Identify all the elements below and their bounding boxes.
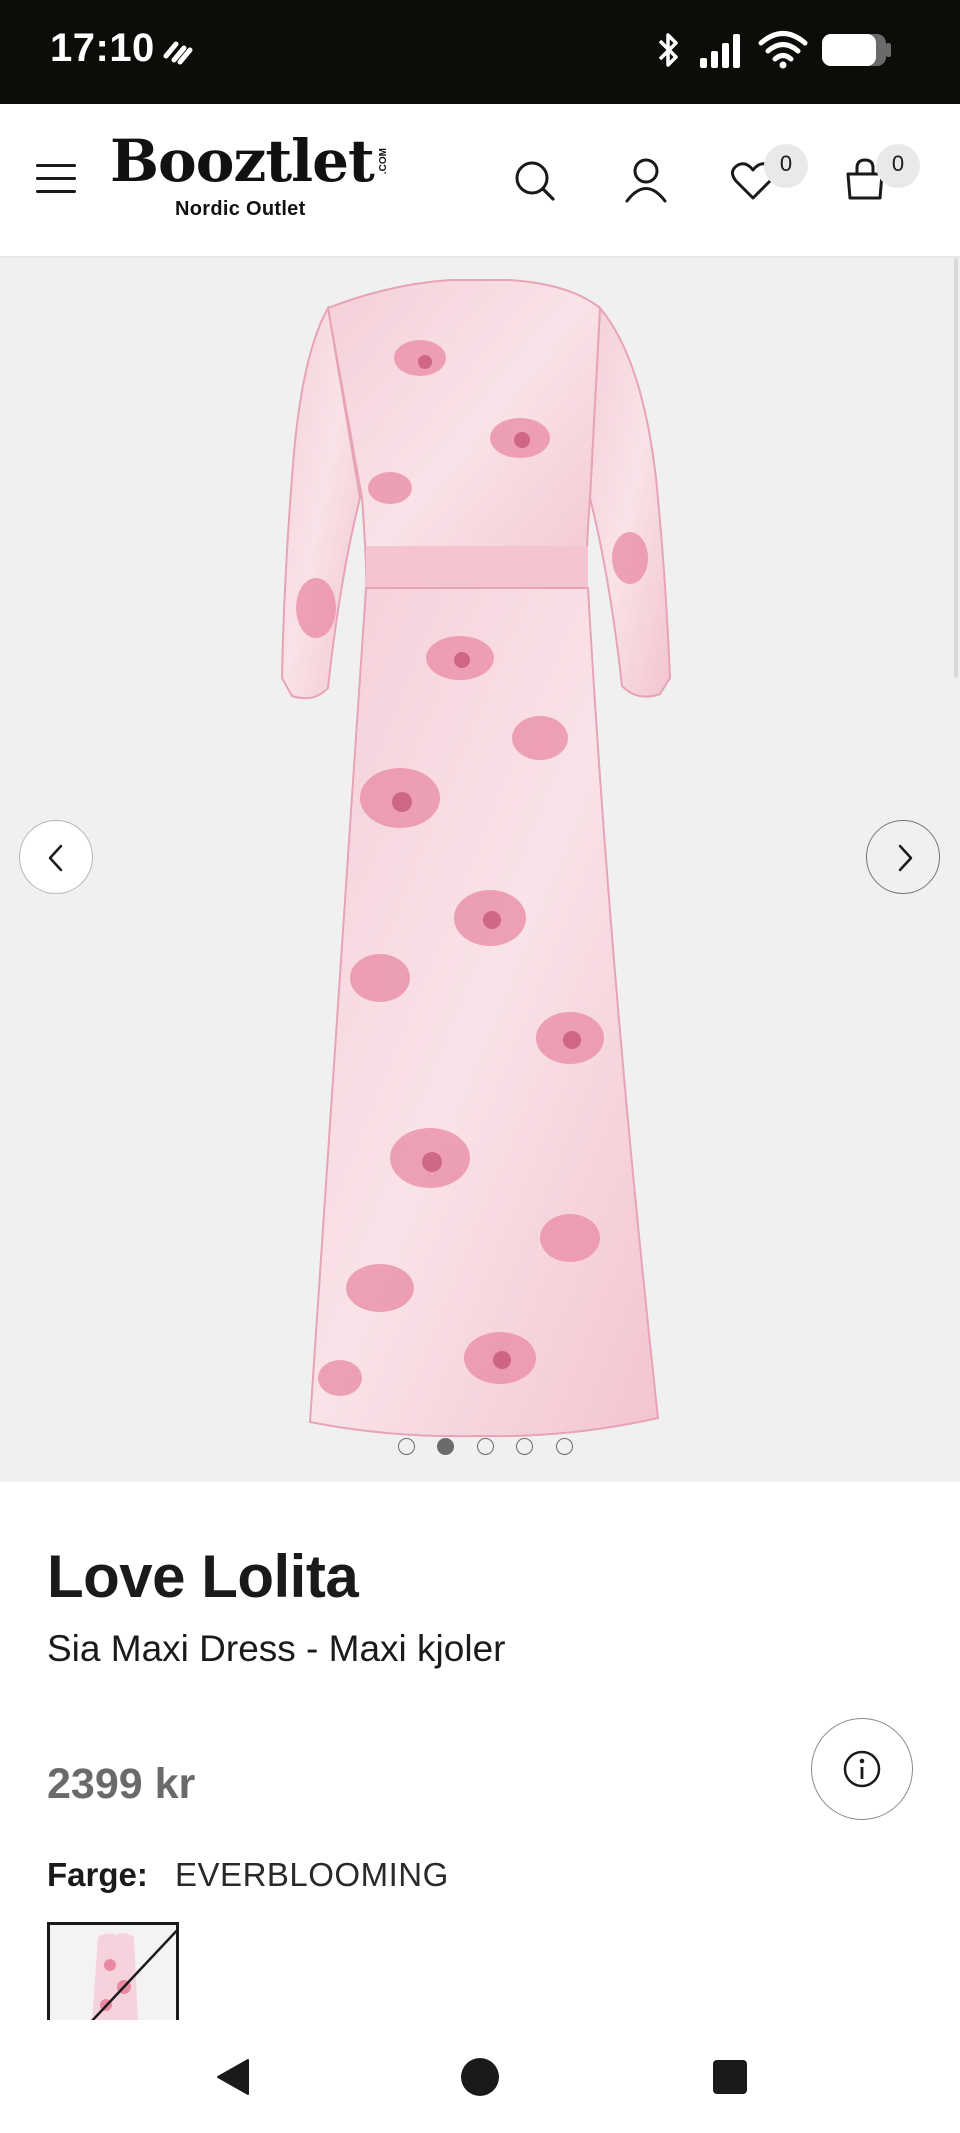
pagination-dot[interactable] (516, 1438, 534, 1455)
home-icon[interactable] (459, 2056, 501, 2098)
back-icon[interactable] (212, 2056, 252, 2098)
color-label: Farge: (47, 1856, 148, 1893)
product-info-button[interactable] (811, 1718, 913, 1820)
signal-icon (700, 34, 740, 68)
logo-suffix: .COM (378, 148, 389, 175)
color-swatch-everblooming[interactable] (47, 1922, 179, 2020)
color-value: EVERBLOOMING (175, 1856, 449, 1893)
wishlist-count-badge: 0 (764, 144, 808, 188)
page-scrollbar[interactable] (954, 258, 958, 678)
next-image-button[interactable] (866, 820, 940, 894)
cart-button[interactable]: 0 (842, 144, 922, 210)
product-image (280, 279, 672, 1438)
status-bar: 17:10 (0, 0, 960, 104)
swatch-thumbnail (50, 1925, 176, 2020)
battery-icon (822, 34, 891, 66)
pagination-dot[interactable] (398, 1438, 415, 1455)
pagination-dot[interactable] (476, 1438, 494, 1455)
chevron-left-icon (48, 844, 63, 872)
logo-subtitle: Nordic Outlet (175, 198, 306, 220)
site-header: Booztlet .COM Nordic Outlet 0 0 (0, 104, 960, 258)
recents-icon[interactable] (711, 2058, 749, 2096)
bluetooth-icon (658, 33, 678, 67)
pagination-dot-active[interactable] (437, 1438, 455, 1455)
image-pagination (398, 1438, 591, 1458)
product-price: 2399 kr (47, 1760, 196, 1808)
wishlist-button[interactable]: 0 (730, 144, 810, 210)
menu-button[interactable] (36, 164, 76, 198)
system-navigation-bar (0, 2020, 960, 2133)
wifi-icon (758, 31, 808, 69)
menu-icon (36, 164, 76, 167)
previous-image-button[interactable] (19, 820, 93, 894)
logo-wordmark: Booztlet (110, 127, 375, 195)
pagination-dot[interactable] (555, 1438, 573, 1455)
chevron-right-icon (898, 844, 913, 872)
user-icon[interactable] (620, 154, 672, 206)
link-icon (163, 41, 193, 65)
color-selector-label: Farge: EVERBLOOMING (47, 1856, 449, 1894)
status-time: 17:10 (50, 26, 155, 70)
product-name: Sia Maxi Dress - Maxi kjoler (47, 1628, 506, 1669)
product-brand[interactable]: Love Lolita (47, 1542, 359, 1611)
info-icon (843, 1750, 881, 1788)
cart-count-badge: 0 (876, 144, 920, 188)
product-image-gallery[interactable] (0, 258, 960, 1482)
search-icon[interactable] (508, 154, 560, 206)
site-logo[interactable]: Booztlet .COM Nordic Outlet (110, 132, 400, 222)
